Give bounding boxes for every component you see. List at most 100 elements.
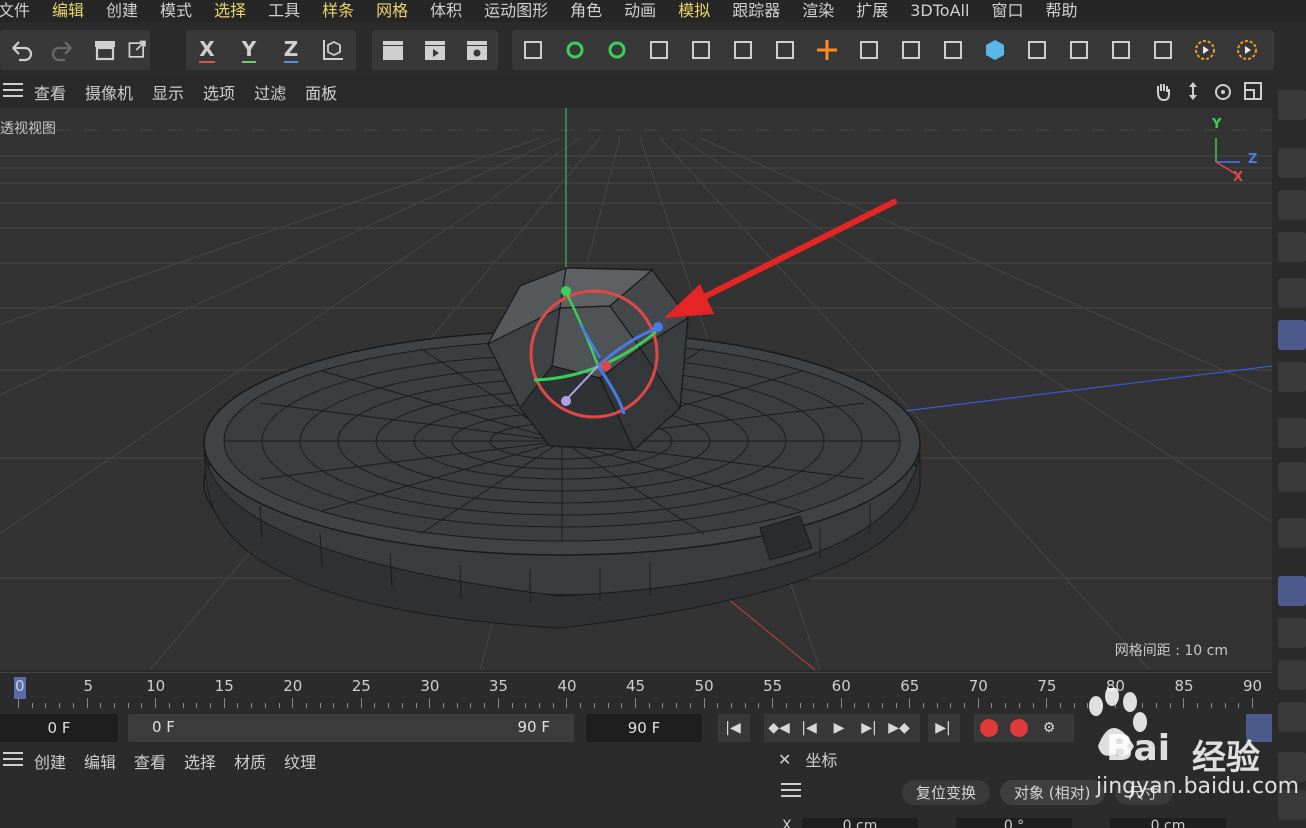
solo-mode-button[interactable]	[1278, 462, 1306, 492]
current-frame-field[interactable]: 0 F	[0, 714, 118, 742]
play-button[interactable]: ▶	[824, 714, 854, 742]
camera-button[interactable]	[722, 30, 764, 70]
cloner-button[interactable]	[1016, 30, 1058, 70]
box-select-button[interactable]	[1100, 30, 1142, 70]
edges-mode-button[interactable]	[1278, 320, 1306, 350]
axis-lock-button[interactable]	[1278, 618, 1306, 648]
edit-mode-button[interactable]	[1278, 90, 1306, 120]
close-icon[interactable]: ✕	[778, 750, 791, 769]
cube-button[interactable]	[974, 30, 1016, 70]
material-menu-item-2[interactable]: 查看	[134, 749, 166, 773]
material-menu-item-1[interactable]: 编辑	[84, 749, 116, 773]
render-settings-button[interactable]	[456, 30, 498, 70]
grid-object-button[interactable]	[680, 30, 722, 70]
viewport-menu-item-5[interactable]: 面板	[305, 80, 337, 104]
workplane-mode-button[interactable]	[1278, 232, 1306, 262]
axis-center-button[interactable]	[806, 30, 848, 70]
menu-item-12[interactable]: 模拟	[678, 0, 710, 22]
menu-item-13[interactable]: 跟踪器	[732, 0, 780, 22]
frame-range-slider[interactable]: 0 F 90 F	[128, 714, 574, 742]
material-menu-item-3[interactable]: 选择	[184, 749, 216, 773]
undo-button[interactable]	[0, 30, 42, 70]
record-button[interactable]	[974, 714, 1004, 742]
viewport-menu-item-3[interactable]: 选项	[203, 80, 235, 104]
polygons-mode-button[interactable]	[1278, 362, 1306, 392]
rotate-button[interactable]	[890, 30, 932, 70]
redo-button[interactable]	[42, 30, 84, 70]
render-active-view-button[interactable]	[372, 30, 414, 70]
coordinate-system-button[interactable]	[312, 30, 354, 70]
material-menu-icon[interactable]	[2, 751, 24, 771]
menu-item-0[interactable]: 文件	[0, 0, 30, 22]
viewport-menu-item-4[interactable]: 过滤	[254, 80, 286, 104]
coord-mode-select[interactable]: 对象 (相对)	[1000, 779, 1105, 805]
y-axis-lock-button[interactable]: Y	[228, 30, 270, 70]
texture-mode-button[interactable]	[1278, 190, 1306, 220]
goto-end-button[interactable]: ▶|	[928, 714, 960, 742]
anim-mode-button[interactable]	[1246, 714, 1272, 742]
end-frame-field[interactable]: 90 F	[586, 714, 702, 742]
axis-mode-button[interactable]	[1278, 418, 1306, 448]
size-mode-select[interactable]: 尺寸	[1114, 779, 1173, 805]
menu-item-3[interactable]: 模式	[160, 0, 192, 22]
menu-item-17[interactable]: 窗口	[991, 0, 1023, 22]
auto-key-button[interactable]	[1004, 714, 1034, 742]
menu-item-9[interactable]: 运动图形	[484, 0, 548, 22]
keyframe-button[interactable]	[1184, 30, 1226, 70]
polygon-pen-button[interactable]	[638, 30, 680, 70]
coord-menu-icon[interactable]	[780, 782, 802, 802]
rotate-camera-icon[interactable]	[1212, 80, 1234, 102]
menu-item-2[interactable]: 创建	[106, 0, 138, 22]
prev-key-button[interactable]: ◆◀	[764, 714, 794, 742]
pan-hand-icon[interactable]	[1152, 80, 1174, 102]
z-axis-lock-button[interactable]: Z	[270, 30, 312, 70]
viewport-menu-item-0[interactable]: 查看	[34, 80, 66, 104]
spline-pen-button[interactable]	[512, 30, 554, 70]
rotation-x-field[interactable]: 0 cm	[1110, 818, 1226, 828]
menu-item-6[interactable]: 样条	[322, 0, 354, 22]
menu-item-14[interactable]: 渲染	[802, 0, 834, 22]
material-menu-item-0[interactable]: 创建	[34, 749, 66, 773]
goto-start-button[interactable]: |◀	[718, 714, 750, 742]
render-to-picture-viewer-button[interactable]	[414, 30, 456, 70]
menu-item-11[interactable]: 动画	[624, 0, 656, 22]
drop-button[interactable]	[1278, 702, 1306, 732]
scale-button[interactable]	[848, 30, 890, 70]
menu-item-5[interactable]: 工具	[268, 0, 300, 22]
material-menu-item-5[interactable]: 纹理	[284, 749, 316, 773]
viewport-menu-item-1[interactable]: 摄像机	[85, 80, 133, 104]
menu-item-4[interactable]: 选择	[214, 0, 246, 22]
menu-item-1[interactable]: 编辑	[52, 0, 84, 22]
snap-button[interactable]	[1278, 518, 1306, 548]
menu-item-15[interactable]: 扩展	[856, 0, 888, 22]
coord-button[interactable]	[932, 30, 974, 70]
x-axis-lock-button[interactable]: X	[186, 30, 228, 70]
refresh-button[interactable]	[1058, 30, 1100, 70]
perspective-viewport[interactable]: 透视视图 Y Z X 网格间距 : 10 cm	[0, 108, 1272, 670]
external-button[interactable]	[126, 30, 150, 70]
reset-transform-button[interactable]: 复位变换	[902, 779, 991, 805]
points-select-button[interactable]	[596, 30, 638, 70]
menu-item-8[interactable]: 体积	[430, 0, 462, 22]
render-view-button[interactable]	[84, 30, 126, 70]
scale-x-field[interactable]: 0 °	[956, 818, 1072, 828]
light-button[interactable]	[764, 30, 806, 70]
model-mode-button[interactable]	[1278, 148, 1306, 178]
points-mode-button[interactable]	[1278, 278, 1306, 308]
sun-button[interactable]	[1278, 660, 1306, 690]
timeline-ruler[interactable]: 0 5 10 15 20 25 30 35 40 45 50 55 60 65 70 75 80 85 90	[0, 672, 1272, 710]
menu-item-16[interactable]: 3DToAll	[910, 0, 969, 22]
menu-item-18[interactable]: 帮助	[1045, 0, 1077, 22]
move-camera-icon[interactable]	[1182, 80, 1204, 102]
position-x-field[interactable]: 0 cm	[802, 818, 918, 828]
move-button[interactable]	[1142, 30, 1184, 70]
next-key-button[interactable]: ▶◆	[884, 714, 914, 742]
prev-frame-button[interactable]: |◀	[794, 714, 824, 742]
menu-item-10[interactable]: 角色	[570, 0, 602, 22]
symmetry-button[interactable]	[1278, 752, 1306, 782]
maximize-view-icon[interactable]	[1242, 80, 1264, 102]
keyframe-play-button[interactable]	[1226, 30, 1268, 70]
settings-button[interactable]	[1278, 790, 1306, 820]
hamburger-menu-icon[interactable]	[2, 82, 24, 102]
viewport-menu-item-2[interactable]: 显示	[152, 80, 184, 104]
